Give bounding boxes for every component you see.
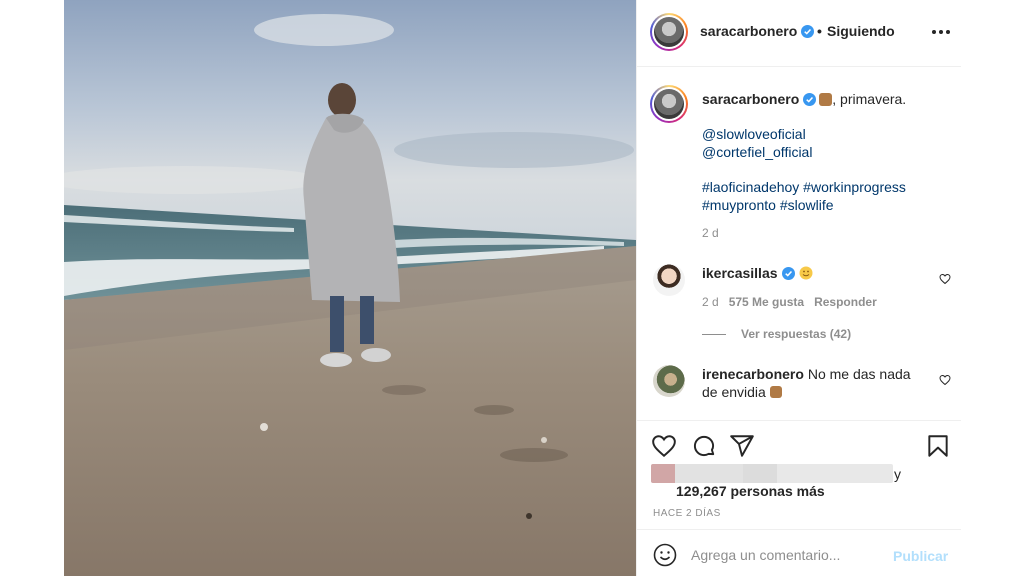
beach-scene xyxy=(64,0,636,576)
share-icon[interactable] xyxy=(729,433,755,459)
comment-icon[interactable] xyxy=(691,433,717,459)
caption-time[interactable]: 2 d xyxy=(702,226,719,240)
reply-button[interactable]: Responder xyxy=(814,295,877,309)
comment-username[interactable]: irenecarbonero xyxy=(702,366,804,382)
view-replies-button[interactable]: Ver respuestas (42) xyxy=(741,327,851,341)
comment-input[interactable] xyxy=(691,543,891,567)
comment-text: No me das nada xyxy=(807,366,911,382)
comment-meta: 2 d 575 Me gusta Responder xyxy=(702,295,887,309)
more-options-icon[interactable] xyxy=(931,22,951,42)
bookmark-icon[interactable] xyxy=(925,433,951,459)
verified-icon xyxy=(803,93,817,106)
author-username-text[interactable]: saracarbonero xyxy=(700,23,797,39)
following-button[interactable]: Siguiendo xyxy=(827,23,895,39)
emoji-icon[interactable] xyxy=(653,543,677,567)
comment-time[interactable]: 2 d xyxy=(702,295,719,309)
caption: saracarbonero , primavera. xyxy=(702,91,906,107)
commenter-avatar[interactable] xyxy=(653,264,685,296)
post-side-panel: saracarbonero • Siguiendo saracarbonero,… xyxy=(636,0,961,576)
likes-count[interactable]: 129,267 personas más xyxy=(676,483,825,499)
hashtag-line[interactable]: #muypronto #slowlife xyxy=(702,197,834,213)
heart-icon[interactable] xyxy=(651,433,677,459)
likes-connector: y xyxy=(894,466,901,482)
clapping-hands-emoji-icon xyxy=(769,386,782,398)
author-avatar[interactable] xyxy=(650,13,688,51)
add-comment-bar: Publicar xyxy=(637,529,961,576)
verified-icon xyxy=(781,267,795,280)
caption-username[interactable]: saracarbonero xyxy=(702,91,799,107)
post-age[interactable]: HACE 2 DÍAS xyxy=(653,508,721,519)
author-username[interactable]: saracarbonero xyxy=(700,23,815,39)
comment-username[interactable]: ikercasillas xyxy=(702,265,778,281)
liked-by-blurred xyxy=(651,464,893,483)
comments-section[interactable]: saracarbonero , primavera. @slowloveofici… xyxy=(637,68,961,420)
post-photo[interactable] xyxy=(64,0,636,576)
hashtag-line[interactable]: #laoficinadehoy #workinprogress xyxy=(702,179,906,195)
commenter-avatar[interactable] xyxy=(653,365,685,397)
follow-separator: • xyxy=(817,23,822,39)
clapping-hands-emoji-icon xyxy=(819,93,833,106)
mention-link[interactable]: @slowloveoficial xyxy=(702,126,806,142)
smiling-face-emoji-icon xyxy=(799,266,813,280)
view-replies-line xyxy=(702,334,726,335)
comment-likes[interactable]: 575 Me gusta xyxy=(729,295,804,309)
post-actions: y 129,267 personas más HACE 2 DÍAS xyxy=(637,420,961,528)
comment-like-heart-icon[interactable] xyxy=(939,374,951,386)
mention-link[interactable]: @cortefiel_official xyxy=(702,144,812,160)
comment-text-line: de envidia xyxy=(702,384,782,400)
comment-text: de envidia xyxy=(702,384,766,400)
post-header: saracarbonero • Siguiendo xyxy=(637,0,961,67)
caption-text: , primavera. xyxy=(832,91,907,107)
comment-author: irenecarbonero No me das nada xyxy=(702,366,911,382)
comment-like-heart-icon[interactable] xyxy=(939,273,951,285)
verified-icon xyxy=(801,25,815,38)
comment-author: ikercasillas xyxy=(702,265,813,281)
publish-button[interactable]: Publicar xyxy=(893,548,948,564)
caption-author-avatar[interactable] xyxy=(650,85,688,123)
